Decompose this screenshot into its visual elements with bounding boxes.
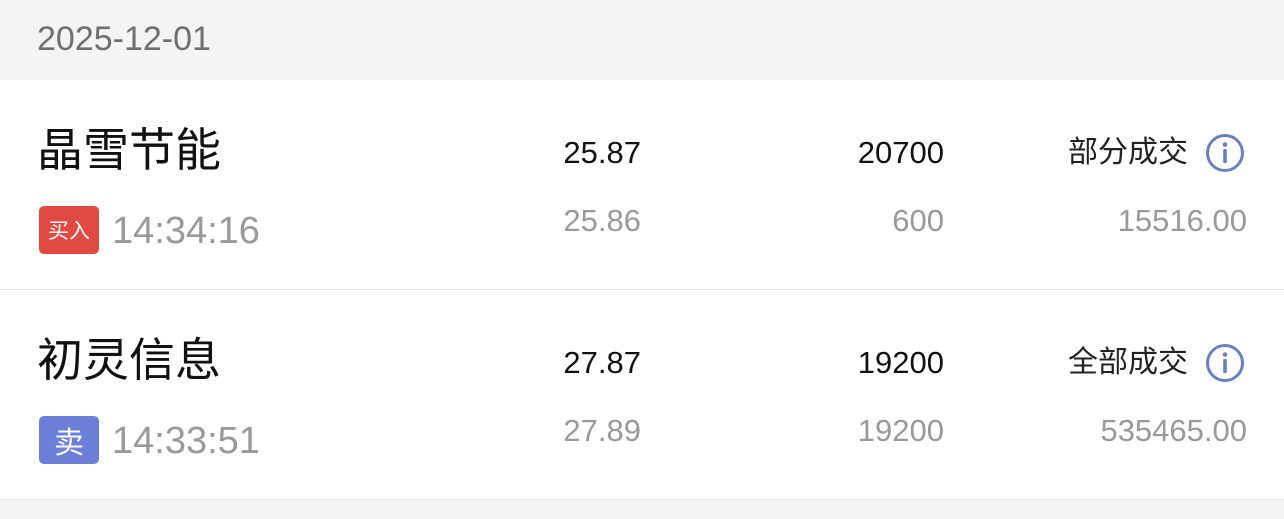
stock-name: 晶雪节能	[37, 123, 221, 177]
order-quantity: 20700	[857, 135, 944, 170]
fill-amount: 535465.00	[1100, 413, 1247, 448]
info-circle-icon[interactable]	[1205, 343, 1245, 383]
order-row[interactable]: 初灵信息 卖 14:33:51 27.87 19200 全部成交 27.89 1…	[0, 290, 1284, 500]
buy-badge: 买入	[39, 206, 99, 254]
order-list: 晶雪节能 买入 14:34:16 25.87 20700 部分成交 25.86 …	[0, 80, 1284, 500]
order-status: 全部成交	[1068, 345, 1188, 380]
date-label: 2025-12-01	[37, 20, 211, 58]
info-circle-icon[interactable]	[1205, 133, 1245, 173]
order-price: 27.87	[563, 345, 641, 380]
fill-price: 25.86	[563, 203, 641, 238]
date-section-header: 2025-12-01	[0, 0, 1284, 80]
fill-amount: 15516.00	[1117, 203, 1247, 238]
sell-badge: 卖	[39, 416, 99, 464]
stock-name: 初灵信息	[37, 333, 221, 387]
order-quantity: 19200	[857, 345, 944, 380]
fill-price: 27.89	[563, 413, 641, 448]
list-bottom-spacer	[0, 500, 1284, 519]
order-time: 14:33:51	[112, 420, 260, 462]
fill-quantity: 19200	[857, 413, 944, 448]
fill-quantity: 600	[892, 203, 944, 238]
order-time: 14:34:16	[112, 210, 260, 252]
order-status: 部分成交	[1068, 135, 1188, 170]
order-row[interactable]: 晶雪节能 买入 14:34:16 25.87 20700 部分成交 25.86 …	[0, 80, 1284, 290]
order-price: 25.87	[563, 135, 641, 170]
